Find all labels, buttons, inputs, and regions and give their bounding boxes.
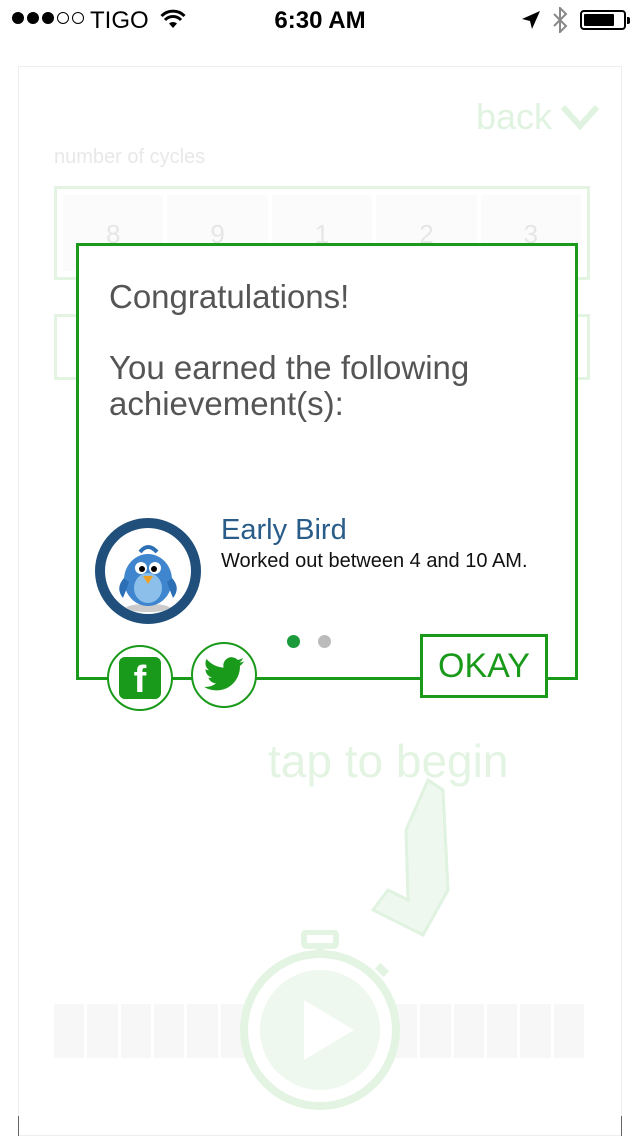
location-arrow-icon <box>522 11 540 29</box>
achievement-description: Worked out between 4 and 10 AM. <box>221 550 528 572</box>
dialog-message: You earned the following achievement(s): <box>109 349 470 422</box>
scribble-arrow-icon <box>370 777 450 937</box>
okay-button[interactable]: OKAY <box>420 634 548 698</box>
bluebird-badge-icon <box>95 518 201 624</box>
dialog-title: Congratulations! <box>109 278 350 315</box>
back-button[interactable]: back <box>476 96 600 138</box>
twitter-icon <box>203 657 245 691</box>
start-stopwatch-button[interactable] <box>236 930 406 1110</box>
achievement-name: Early Bird <box>221 514 347 546</box>
chevron-down-icon <box>560 104 600 130</box>
share-twitter-button[interactable] <box>191 642 257 708</box>
status-bar: TIGO 6:30 AM <box>0 0 640 40</box>
cycles-label: number of cycles <box>54 146 206 168</box>
back-label: back <box>475 96 552 137</box>
achievement-dialog: Congratulations! You earned the followin… <box>76 243 578 680</box>
battery-icon <box>580 10 630 30</box>
screen-edge <box>621 1116 622 1136</box>
page-indicator[interactable] <box>287 635 331 648</box>
bluetooth-icon <box>553 7 568 33</box>
clock: 6:30 AM <box>274 7 366 34</box>
facebook-icon: f <box>119 657 161 699</box>
page-dot[interactable] <box>318 635 331 648</box>
screen-edge <box>18 1116 19 1136</box>
page-dot-active[interactable] <box>287 635 300 648</box>
share-facebook-button[interactable]: f <box>107 645 173 711</box>
